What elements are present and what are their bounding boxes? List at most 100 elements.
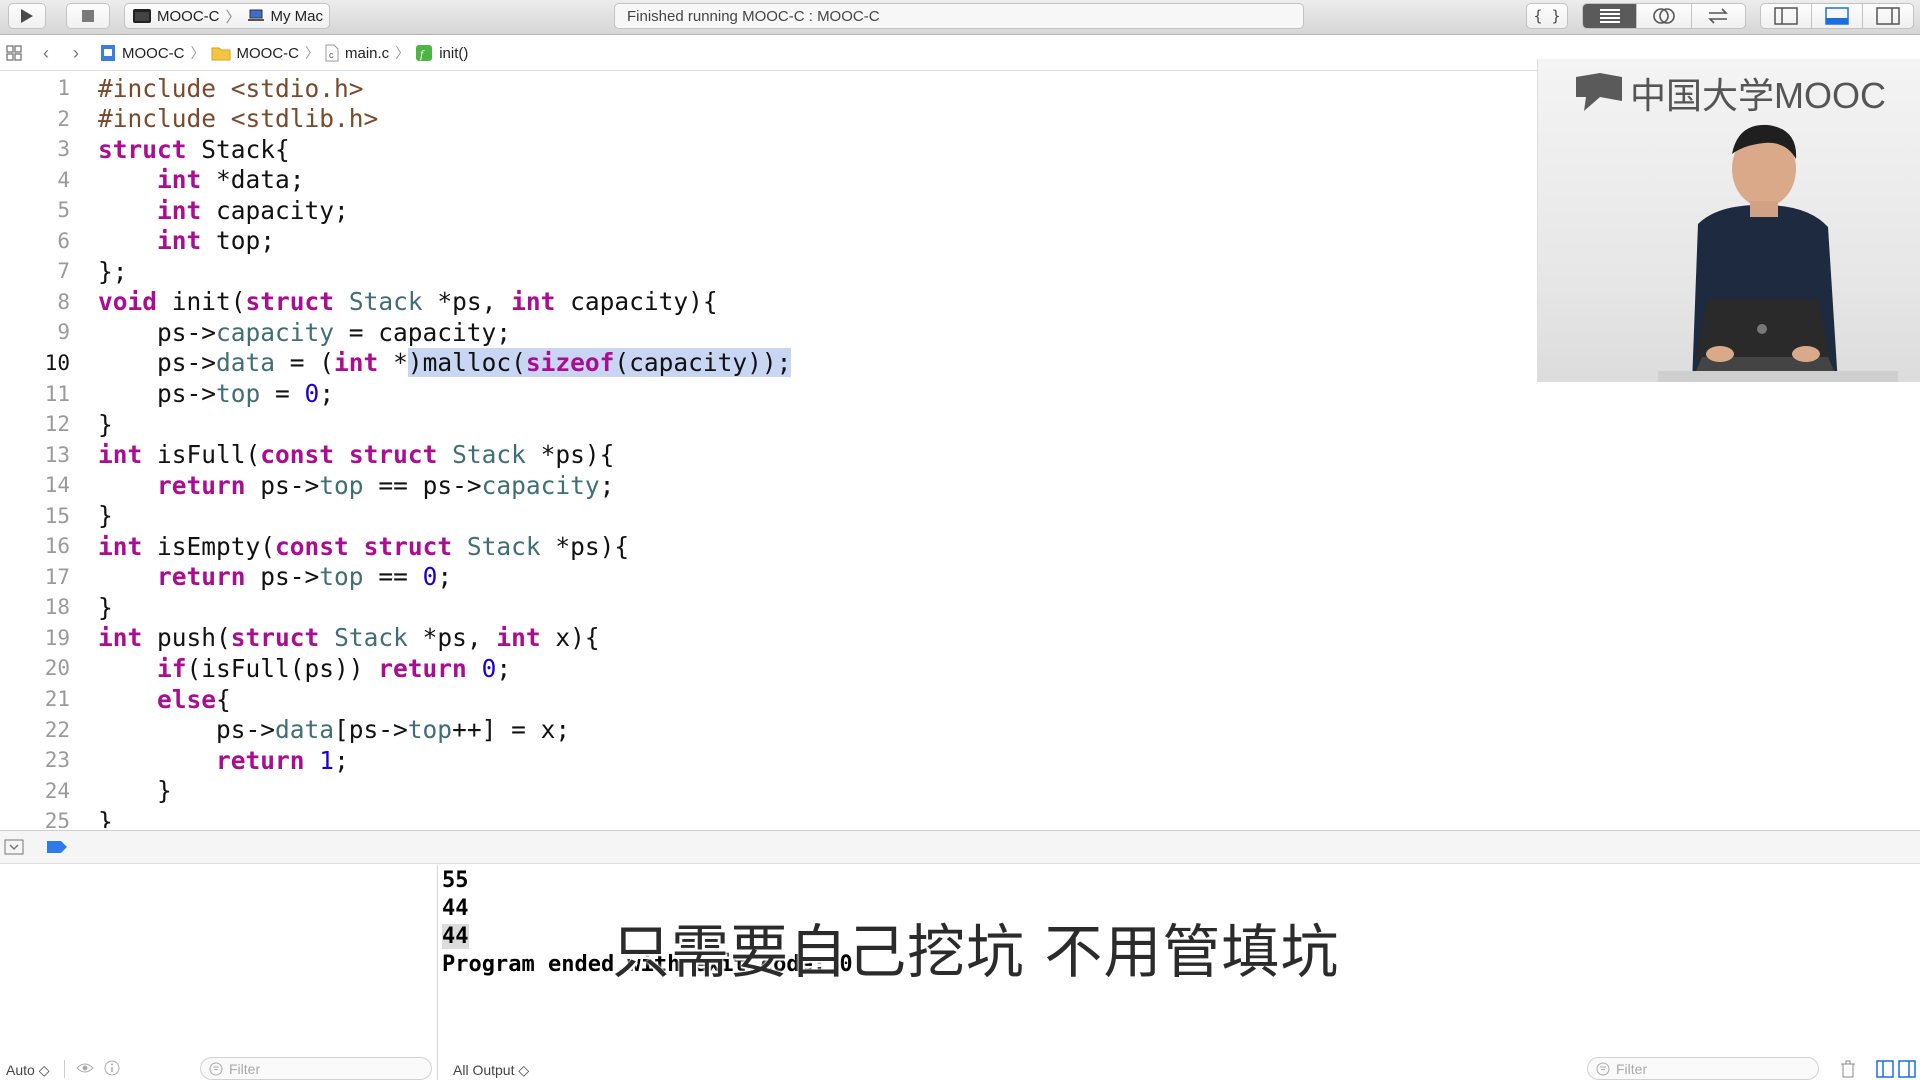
video-subtitle: 只需要自己挖坑 不用管填坑: [612, 918, 1340, 986]
code-line: 13 int isFull(const struct Stack *ps){: [0, 440, 1500, 470]
code-text: #include <stdlib.h>: [98, 104, 379, 134]
line-number: 4: [57, 167, 70, 192]
code-line: 5 int capacity;: [0, 195, 1500, 225]
code-text: #include <stdio.h>: [98, 73, 364, 103]
chevron-left-icon: ‹: [43, 42, 49, 63]
console-layout-toggles[interactable]: [1876, 1060, 1916, 1078]
info-icon: [104, 1060, 120, 1076]
output-selector[interactable]: All Output ◇: [453, 1062, 529, 1079]
scheme-target-label: MOOC-C: [157, 7, 220, 25]
line-number: 23: [44, 748, 70, 773]
code-line: 7};: [0, 256, 1500, 286]
clear-console-button[interactable]: [1840, 1060, 1856, 1080]
view-toggles: [1760, 3, 1914, 29]
code-text: int push(struct Stack *ps, int x){: [98, 623, 600, 653]
code-snippet-button[interactable]: { }: [1526, 3, 1568, 29]
chevron-right-icon: 〉: [305, 45, 319, 61]
breadcrumb-project[interactable]: MOOC-C: [100, 44, 185, 62]
line-number: 12: [44, 412, 70, 437]
code-line: 17 return ps->top == 0;: [0, 562, 1500, 592]
code-text: int top;: [157, 226, 276, 256]
console-line: 55: [442, 868, 469, 893]
line-number: 5: [57, 198, 70, 223]
code-line: 12}: [0, 409, 1500, 439]
code-line: 15}: [0, 501, 1500, 531]
code-text: int isFull(const struct Stack *ps){: [98, 440, 615, 470]
code-text: ps->top = 0;: [98, 379, 335, 408]
mooc-logo-icon: [1576, 73, 1622, 111]
back-button[interactable]: ‹: [34, 43, 58, 64]
filter-placeholder: Filter: [1616, 1060, 1648, 1077]
code-text: if(isFull(ps)) return 0;: [157, 653, 512, 683]
code-line: 21 else{: [0, 684, 1500, 714]
chevron-right-icon: 〉: [225, 8, 241, 26]
filter-icon: [209, 1062, 223, 1075]
variables-scope-selector[interactable]: Auto ◇: [6, 1062, 49, 1079]
breakpoints-toggle[interactable]: [46, 840, 68, 859]
breadcrumb-file-label: main.c: [345, 44, 390, 62]
code-text: ps->data[ps->top++] = x;: [98, 715, 571, 745]
code-text: ps->data = (int *)malloc(sizeof(capacity…: [98, 348, 792, 378]
code-line: 19 int push(struct Stack *ps, int x){: [0, 623, 1500, 653]
play-icon: [21, 9, 33, 23]
version-editor-button[interactable]: [1692, 4, 1745, 28]
breadcrumb-function[interactable]: f init(): [415, 44, 468, 62]
bottom-panel-icon: [1825, 7, 1849, 25]
collapse-panel-icon: [4, 839, 24, 855]
grid-icon: [6, 45, 22, 61]
print-description-button[interactable]: [104, 1060, 120, 1080]
line-number: 16: [44, 534, 70, 559]
breadcrumb-folder[interactable]: MOOC-C: [211, 44, 300, 62]
breadcrumb-file[interactable]: c main.c: [325, 44, 389, 62]
line-number: 8: [57, 289, 70, 314]
code-line: 22 ps->data[ps->top++] = x;: [0, 715, 1500, 745]
line-number: 2: [57, 106, 70, 131]
left-panel-icon: [1774, 7, 1798, 25]
code-text: struct Stack{: [98, 134, 290, 164]
toggle-utilities-button[interactable]: [1863, 4, 1913, 28]
forward-button[interactable]: ›: [64, 43, 88, 64]
line-number: 1: [57, 76, 70, 100]
assistant-editor-button[interactable]: [1637, 4, 1692, 28]
code-line: 18}: [0, 592, 1500, 622]
line-number: 3: [57, 137, 70, 162]
variables-filter[interactable]: Filter: [200, 1057, 432, 1080]
activity-status: Finished running MOOC-C : MOOC-C: [614, 3, 1304, 29]
line-number: 18: [44, 595, 70, 620]
chevron-right-icon: ›: [73, 42, 79, 63]
code-text: }: [98, 806, 113, 828]
code-line: 23 return 1;: [0, 745, 1500, 775]
code-text: return 1;: [216, 745, 349, 775]
swap-arrows-icon: [1708, 8, 1729, 24]
stop-button[interactable]: [66, 3, 110, 29]
related-items-button[interactable]: [2, 45, 26, 61]
hide-debug-area-button[interactable]: [4, 839, 24, 860]
trash-icon: [1841, 1060, 1855, 1078]
debug-bar: [0, 830, 1920, 864]
code-text: }: [98, 501, 113, 531]
code-text: return ps->top == 0;: [157, 562, 453, 592]
toggle-navigator-button[interactable]: [1761, 4, 1812, 28]
code-line: 2 #include <stdlib.h>: [0, 104, 1500, 134]
run-button[interactable]: [8, 3, 46, 29]
code-line: 24 }: [0, 776, 1500, 806]
split-right-icon: [1898, 1060, 1916, 1078]
code-text: int isEmpty(const struct Stack *ps){: [98, 531, 630, 561]
line-number: 22: [44, 717, 70, 742]
standard-editor-button[interactable]: [1583, 4, 1638, 28]
editor-mode-selector: [1582, 3, 1746, 29]
code-text: }: [98, 592, 113, 622]
scheme-selector[interactable]: MOOC-C 〉 My Mac: [124, 3, 330, 29]
code-line: 1 #include <stdio.h>: [0, 73, 1500, 103]
code-text: };: [98, 256, 128, 286]
toggle-debug-area-button[interactable]: [1812, 4, 1863, 28]
quick-look-button[interactable]: [76, 1061, 94, 1080]
split-left-icon: [1876, 1060, 1894, 1078]
presenter-image: [1658, 124, 1898, 382]
line-number: 10: [44, 350, 70, 375]
breadcrumb-folder-label: MOOC-C: [236, 44, 300, 62]
line-number: 9: [57, 320, 70, 345]
status-text: Finished running MOOC-C : MOOC-C: [627, 7, 880, 25]
line-number: 11: [44, 381, 70, 406]
console-filter[interactable]: Filter: [1587, 1057, 1819, 1080]
